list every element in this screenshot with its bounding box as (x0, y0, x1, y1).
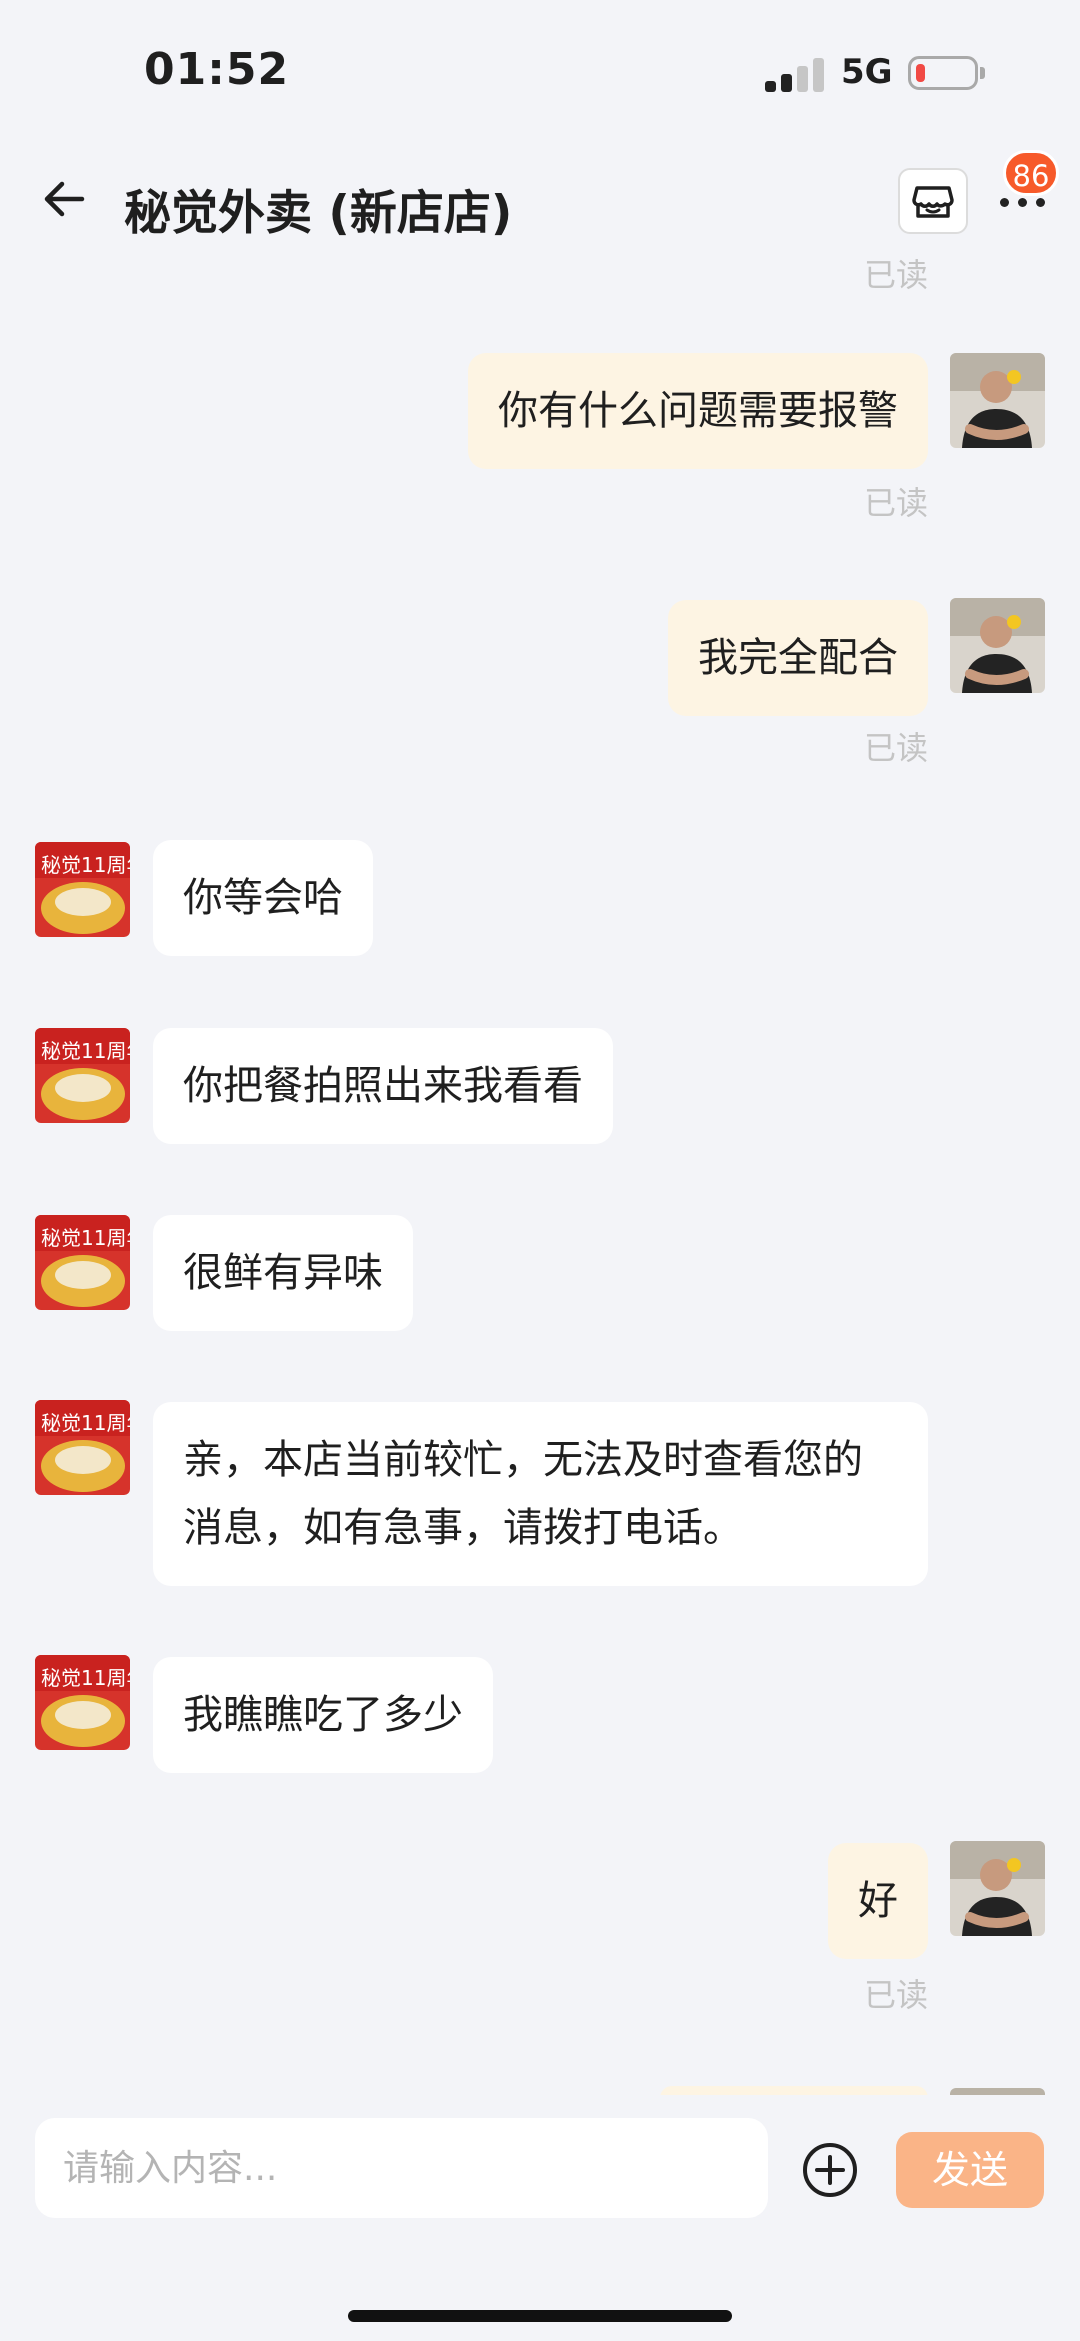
plus-icon[interactable] (802, 2142, 858, 2198)
shop-avatar[interactable]: 秘觉11周年 (35, 1655, 130, 1750)
battery-tip (980, 67, 985, 79)
home-indicator[interactable] (348, 2310, 732, 2322)
message-bubble-shop[interactable]: 你把餐拍照出来我看看 (153, 1028, 613, 1144)
network-type: 5G (841, 52, 893, 92)
message-bubble-shop[interactable]: 亲，本店当前较忙，无法及时查看您的消息，如有急事，请拨打电话。 (153, 1402, 928, 1586)
message-input[interactable] (35, 2118, 768, 2218)
message-bubble-me[interactable]: 你有什么问题需要报警 (468, 353, 928, 469)
svg-text:秘觉11周年: 秘觉11周年 (41, 1226, 130, 1250)
send-button[interactable]: 发送 (896, 2132, 1044, 2208)
shop-avatar[interactable]: 秘觉11周年 (35, 1400, 130, 1495)
user-avatar[interactable] (950, 598, 1045, 693)
shop-avatar[interactable]: 秘觉11周年 (35, 1215, 130, 1310)
status-time: 01:52 (144, 44, 290, 95)
partial-message-bubble (660, 2086, 928, 2095)
read-status: 已读 (863, 729, 928, 767)
svg-text:秘觉11周年: 秘觉11周年 (41, 1666, 130, 1690)
svg-text:秘觉11周年: 秘觉11周年 (41, 1411, 130, 1435)
partial-user-avatar (950, 2088, 1045, 2095)
message-bubble-me[interactable]: 好 (828, 1843, 928, 1959)
chat-messages: 已读 你有什么问题需要报警 已读 我完全配合 已读 秘觉11周年 你等会哈 秘觉… (0, 250, 1080, 2095)
store-icon[interactable] (898, 168, 968, 234)
message-bubble-shop[interactable]: 我瞧瞧吃了多少 (153, 1657, 493, 1773)
shop-avatar[interactable]: 秘觉11周年 (35, 1028, 130, 1123)
signal-icon (765, 58, 825, 92)
read-status: 已读 (863, 256, 928, 294)
read-status: 已读 (863, 1976, 928, 2014)
back-arrow-icon[interactable] (38, 172, 92, 226)
battery-icon (908, 56, 978, 90)
page-title: 秘觉外卖 (新店店) (124, 186, 513, 241)
read-status: 已读 (863, 484, 928, 522)
svg-text:秘觉11周年: 秘觉11周年 (41, 853, 130, 877)
chat-header: 秘觉外卖 (新店店) 86 (0, 150, 1080, 260)
user-avatar[interactable] (950, 1841, 1045, 1936)
input-bar: 发送 (0, 2095, 1080, 2235)
user-avatar[interactable] (950, 353, 1045, 448)
message-bubble-shop[interactable]: 你等会哈 (153, 840, 373, 956)
more-icon[interactable] (1000, 198, 1046, 210)
shop-avatar[interactable]: 秘觉11周年 (35, 842, 130, 937)
svg-text:秘觉11周年: 秘觉11周年 (41, 1039, 130, 1063)
message-bubble-me[interactable]: 我完全配合 (668, 600, 928, 716)
status-bar: 01:52 5G (0, 0, 1080, 150)
unread-badge: 86 (1003, 150, 1059, 196)
message-bubble-shop[interactable]: 很鲜有异味 (153, 1215, 413, 1331)
